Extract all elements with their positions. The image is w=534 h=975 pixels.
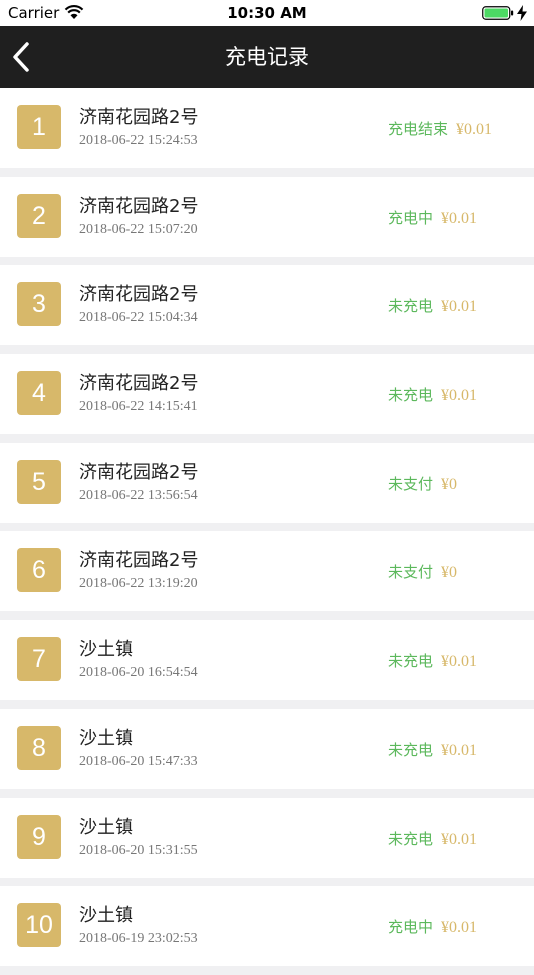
list-item[interactable]: 1 济南花园路2号 2018-06-22 15:24:53 充电结束 ¥0.01 [0,88,534,168]
charging-record-list: 1 济南花园路2号 2018-06-22 15:24:53 充电结束 ¥0.01 … [0,88,534,975]
record-price: ¥0.01 [441,209,478,227]
record-index-badge: 5 [17,459,61,504]
record-index-badge: 10 [17,903,61,948]
station-name: 济南花园路2号 [79,373,199,395]
station-name: 济南花园路2号 [79,550,199,572]
battery-icon [482,6,514,20]
record-time: 2018-06-22 14:15:41 [79,399,198,415]
record-time: 2018-06-22 15:24:53 [79,133,198,148]
record-time: 2018-06-20 15:47:33 [79,753,198,769]
record-index-badge: 9 [17,814,61,859]
record-status: 充电中 [388,208,434,227]
record-status: 未充电 [388,829,434,848]
page-title: 充电记录 [225,45,309,69]
record-index-badge: 6 [17,548,61,593]
record-price: ¥0.01 [441,653,478,671]
record-price: ¥0.01 [441,298,478,316]
nav-bar: 充电记录 [0,26,534,88]
record-index-badge: 7 [17,637,61,682]
record-time: 2018-06-20 15:31:55 [79,842,198,858]
station-name: 沙土镇 [79,816,133,838]
record-time: 2018-06-20 16:54:54 [79,665,198,681]
record-time: 2018-06-22 15:04:34 [79,310,198,326]
station-name: 沙土镇 [79,905,133,927]
list-item[interactable]: 7 沙土镇 2018-06-20 16:54:54 未充电 ¥0.01 [0,620,534,701]
record-time: 2018-06-22 13:19:20 [79,576,198,592]
station-name: 济南花园路2号 [79,461,199,483]
record-price: ¥0 [441,564,458,582]
record-index-badge: 2 [17,193,61,238]
clock: 10:30 AM [227,4,307,22]
record-status: 充电结束 [388,120,449,138]
record-time: 2018-06-22 15:07:20 [79,221,198,237]
list-item[interactable]: 5 济南花园路2号 2018-06-22 13:56:54 未支付 ¥0 [0,442,534,523]
record-price: ¥0.01 [441,387,478,405]
record-index-badge: 1 [17,105,61,149]
record-price: ¥0.01 [441,741,478,759]
list-item[interactable]: 6 济南花园路2号 2018-06-22 13:19:20 未支付 ¥0 [0,531,534,612]
record-time: 2018-06-19 23:02:53 [79,931,198,947]
station-name: 济南花园路2号 [79,195,199,217]
station-name: 济南花园路2号 [79,107,199,128]
list-item[interactable]: 4 济南花园路2号 2018-06-22 14:15:41 未充电 ¥0.01 [0,354,534,435]
list-item[interactable]: 8 沙土镇 2018-06-20 15:47:33 未充电 ¥0.01 [0,708,534,789]
station-name: 沙土镇 [79,639,133,661]
status-bar: Carrier 10:30 AM [0,0,534,26]
record-time: 2018-06-22 13:56:54 [79,487,198,503]
list-item[interactable]: 9 沙土镇 2018-06-20 15:31:55 未充电 ¥0.01 [0,797,534,878]
record-index-badge: 3 [17,282,61,327]
record-status: 未充电 [388,652,434,671]
station-name: 济南花园路2号 [79,284,199,306]
record-status: 未充电 [388,386,434,405]
station-name: 沙土镇 [79,727,133,749]
record-status: 未支付 [388,474,434,493]
list-item[interactable]: 10 沙土镇 2018-06-19 23:02:53 充电中 ¥0.01 [0,886,534,967]
list-item[interactable]: 2 济南花园路2号 2018-06-22 15:07:20 充电中 ¥0.01 [0,176,534,257]
record-status: 充电中 [388,918,434,937]
record-status: 未充电 [388,740,434,759]
bolt-icon [517,5,527,21]
record-index-badge: 8 [17,725,61,770]
list-item[interactable]: 3 济南花园路2号 2018-06-22 15:04:34 未充电 ¥0.01 [0,265,534,346]
record-price: ¥0.01 [441,830,478,848]
record-price: ¥0.01 [456,121,493,138]
record-status: 未充电 [388,297,434,316]
record-price: ¥0 [441,475,458,493]
record-price: ¥0.01 [441,919,478,937]
record-index-badge: 4 [17,371,61,416]
record-status: 未支付 [388,563,434,582]
